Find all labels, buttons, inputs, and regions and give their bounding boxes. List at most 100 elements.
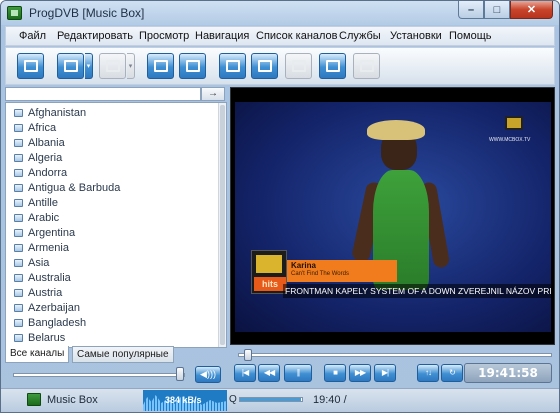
channel-item[interactable]: Andorra: [14, 166, 67, 180]
pause-button[interactable]: ||: [284, 364, 312, 382]
channel-icon: [14, 244, 23, 252]
skip-start-icon: |◀: [241, 368, 249, 377]
skip-end-icon: ▶|: [381, 368, 389, 377]
title-bar[interactable]: ProgDVB [Music Box] – □ ✕: [1, 1, 559, 25]
search-button[interactable]: [219, 53, 246, 79]
channel-item[interactable]: Australia: [14, 271, 71, 285]
channel-list-scrollbar[interactable]: [218, 103, 226, 347]
maximize-button[interactable]: □: [484, 1, 510, 19]
stop-button[interactable]: ■: [324, 364, 346, 382]
channel-icon: [14, 139, 23, 147]
menu-file[interactable]: Файл: [19, 30, 46, 42]
channel-logo: [505, 116, 523, 130]
news-ticker: FRONTMAN KAPELY SYSTEM OF A DOWN ZVEREJN…: [283, 284, 551, 298]
menu-services[interactable]: Службы: [339, 30, 381, 42]
pause-icon: ||: [296, 368, 300, 377]
channel-item[interactable]: Asia: [14, 256, 49, 270]
app-icon: [7, 6, 22, 20]
channel-item[interactable]: Antille: [14, 196, 58, 210]
search-go-button[interactable]: →: [201, 87, 225, 101]
forward-dropdown[interactable]: ▾: [127, 53, 135, 79]
position-slider[interactable]: [238, 353, 552, 357]
menu-bar: Файл Редактировать Просмотр Навигация Сп…: [5, 26, 555, 46]
channel-item[interactable]: Afghanistan: [14, 106, 86, 120]
bitrate-value: 384 kB/s: [165, 395, 202, 405]
mute-button[interactable]: ◀))): [195, 366, 221, 383]
channel-item[interactable]: Belarus: [14, 331, 65, 345]
bitrate-meter: 384 kB/s: [143, 390, 227, 411]
channel-list[interactable]: Afghanistan Africa Albania Algeria Andor…: [5, 102, 227, 348]
clock-display: 19:41:58: [464, 363, 552, 383]
channel-item[interactable]: Africa: [14, 121, 56, 135]
fullscreen-icon: [185, 60, 200, 72]
arrow-left-icon: [63, 60, 78, 72]
monitor-icon: [27, 393, 41, 406]
rewind-button[interactable]: ◀◀: [258, 364, 280, 382]
channel-icon: [14, 289, 23, 297]
timeshift-icon: ↑↓: [425, 368, 432, 377]
transport-controls: |◀ ◀◀ || ■ ▶▶ ▶| ↑↓ ↻ 19:41:58: [230, 363, 555, 385]
volume-slider[interactable]: [13, 373, 185, 377]
fast-forward-icon: ▶▶: [354, 368, 366, 377]
quality-label: Q: [229, 394, 237, 405]
back-dropdown[interactable]: ▾: [85, 53, 93, 79]
refresh-button[interactable]: ↻: [441, 364, 463, 382]
channel-item[interactable]: Armenia: [14, 241, 69, 255]
back-button[interactable]: [57, 53, 84, 79]
channel-item[interactable]: Arabic: [14, 211, 59, 225]
channel-item[interactable]: Argentina: [14, 226, 75, 240]
menu-settings[interactable]: Установки: [390, 30, 442, 42]
channel-url: WWW.MCBOX.TV: [489, 137, 531, 143]
channel-search-input[interactable]: [5, 87, 201, 101]
channel-icon: [14, 154, 23, 162]
refresh-icon: ↻: [449, 368, 456, 377]
arrow-right-icon: [105, 60, 120, 72]
tab-all-channels[interactable]: Все каналы: [5, 346, 70, 363]
close-button[interactable]: ✕: [510, 1, 553, 19]
window-icon: [153, 60, 168, 72]
channel-item[interactable]: Bangladesh: [14, 316, 86, 330]
channel-item[interactable]: Antigua & Barbuda: [14, 181, 120, 195]
timeshift-button[interactable]: ↑↓: [417, 364, 439, 382]
channel-item[interactable]: Azerbaijan: [14, 301, 80, 315]
scrollbar-thumb[interactable]: [220, 105, 225, 345]
hits-label: hits: [254, 277, 286, 291]
skip-start-button[interactable]: |◀: [234, 364, 256, 382]
minimize-button[interactable]: –: [458, 1, 484, 19]
subtitles-button[interactable]: [353, 53, 380, 79]
skip-end-button[interactable]: ▶|: [374, 364, 396, 382]
download-icon: [257, 60, 272, 72]
position-thumb[interactable]: [244, 349, 253, 361]
channel-item[interactable]: Algeria: [14, 151, 62, 165]
channel-search-row: →: [5, 87, 227, 101]
forward-button[interactable]: [99, 53, 126, 79]
fullscreen-button[interactable]: [179, 53, 206, 79]
menu-navigation[interactable]: Навигация: [195, 30, 249, 42]
window-mode-button[interactable]: [147, 53, 174, 79]
hits-logo: [256, 255, 282, 273]
channel-list-button[interactable]: [17, 53, 44, 79]
fast-forward-button[interactable]: ▶▶: [349, 364, 371, 382]
song-artist: Karina: [291, 261, 316, 270]
video-output: WWW.MCBOX.TV hits Karina Can't Find The …: [235, 102, 551, 332]
quality-bar: [239, 397, 303, 402]
channel-icon: [14, 184, 23, 192]
volume-thumb[interactable]: [175, 367, 184, 381]
menu-view[interactable]: Просмотр: [139, 30, 189, 42]
record-button[interactable]: [251, 53, 278, 79]
search-icon: [225, 60, 240, 72]
toolbar: ▾ ▾: [5, 47, 555, 85]
epg-button[interactable]: [319, 53, 346, 79]
menu-edit[interactable]: Редактировать: [57, 30, 133, 42]
channel-icon: [14, 199, 23, 207]
channel-icon: [14, 319, 23, 327]
quality-fill: [240, 398, 301, 401]
channel-item[interactable]: Austria: [14, 286, 62, 300]
channel-item[interactable]: Albania: [14, 136, 65, 150]
tab-most-popular[interactable]: Самые популярные: [72, 346, 174, 363]
video-frame[interactable]: WWW.MCBOX.TV hits Karina Can't Find The …: [230, 87, 555, 345]
menu-help[interactable]: Помощь: [449, 30, 492, 42]
teletext-button[interactable]: [285, 53, 312, 79]
menu-channel-list[interactable]: Список каналов: [256, 30, 338, 42]
channel-icon: [14, 334, 23, 342]
